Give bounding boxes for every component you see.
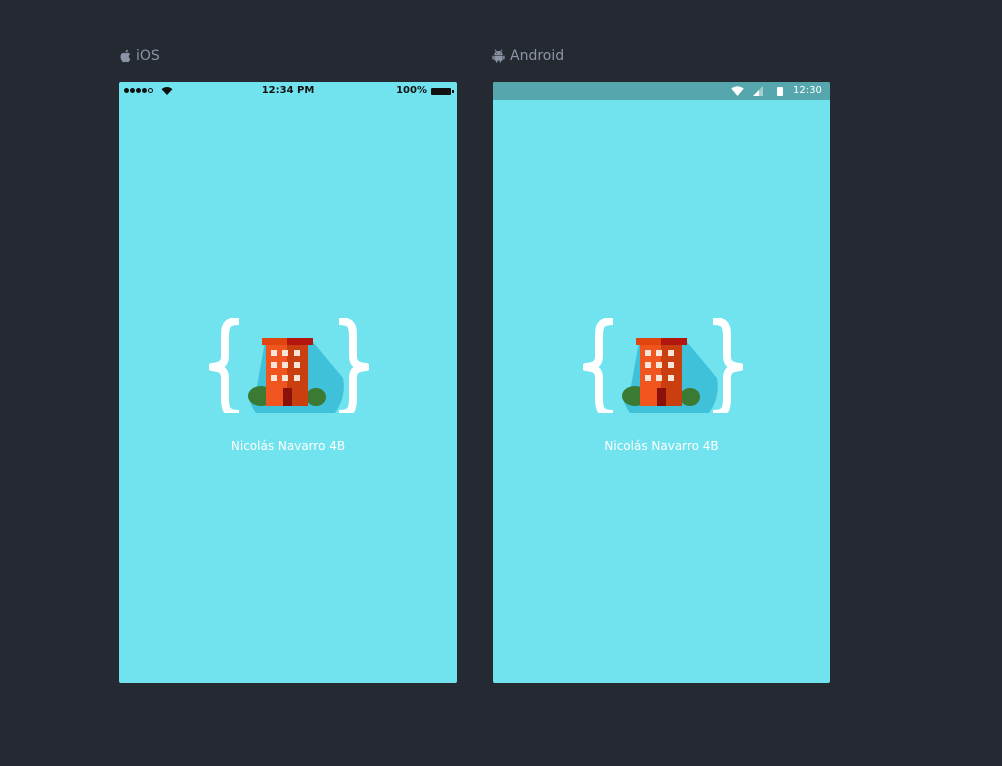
- android-phone-preview: 12:30 Nicolás Navarro 4B: [493, 82, 830, 683]
- cell-signal-icon: [753, 86, 763, 99]
- ios-battery-percent: 100%: [396, 85, 427, 96]
- apple-icon: [119, 49, 131, 63]
- ios-label-text: iOS: [136, 48, 160, 64]
- ios-status-bar: 12:34 PM 100%: [119, 82, 457, 100]
- ios-phone-preview: 12:34 PM 100% Nicolás Navarro 4B: [119, 82, 457, 683]
- android-status-bar: 12:30: [493, 82, 830, 100]
- preview-stage: iOS Android 12:34 PM 100% Nicolás Navarr…: [0, 0, 1002, 766]
- app-logo: [582, 317, 744, 433]
- android-platform-label: Android: [492, 46, 564, 66]
- battery-icon: [431, 88, 454, 95]
- app-name: Nicolás Navarro 4B: [230, 439, 346, 453]
- wifi-icon: [731, 86, 744, 99]
- app-logo: [208, 317, 370, 433]
- battery-icon: [777, 87, 783, 96]
- android-icon: [492, 49, 505, 63]
- ios-platform-label: iOS: [119, 46, 160, 66]
- app-name: Nicolás Navarro 4B: [604, 439, 719, 453]
- android-status-time: 12:30: [793, 85, 822, 96]
- android-label-text: Android: [510, 48, 565, 64]
